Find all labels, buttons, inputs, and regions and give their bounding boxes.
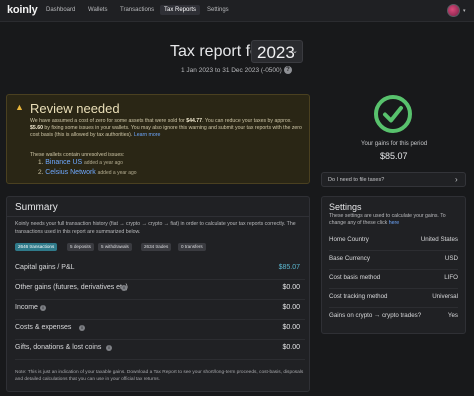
summary-description: Koinly needs your full transaction histo… bbox=[15, 221, 296, 235]
nav-dashboard[interactable]: Dashboard bbox=[46, 7, 75, 13]
summary-title: Summary bbox=[15, 202, 58, 213]
warning-icon: ▲ bbox=[15, 102, 24, 112]
report-period: 1 Jan 2023 to 31 Dec 2023 (-0500) bbox=[181, 67, 282, 74]
chip-deposits[interactable]: 5 deposits bbox=[67, 243, 94, 251]
review-needed-panel: ▲ Review needed We have assumed a cost o… bbox=[6, 94, 310, 184]
wallets-intro: These wallets contain unresolved issues: bbox=[30, 152, 125, 158]
summary-row-income: Income i $0.00 bbox=[7, 300, 309, 320]
wallet-item: 1. Binance US added a year ago bbox=[38, 159, 123, 166]
file-taxes-label: Do I need to file taxes? bbox=[328, 177, 385, 183]
settings-description: These settings are used to calculate you… bbox=[329, 213, 446, 226]
nav-settings[interactable]: Settings bbox=[207, 7, 229, 13]
year-select[interactable]: 2023 ⌄ bbox=[251, 40, 303, 63]
summary-row-capital-gains: Capital gains / P&L $85.07 bbox=[7, 260, 309, 280]
user-avatar-icon[interactable] bbox=[447, 4, 460, 17]
wallet-link-celsius-network[interactable]: Celsius Network bbox=[45, 169, 96, 176]
koinly-logo[interactable]: koinly bbox=[7, 4, 38, 16]
chip-transactions[interactable]: 2646 transactions bbox=[15, 243, 58, 251]
summary-row-other-gains: Other gains (futures, derivatives etc) i… bbox=[7, 280, 309, 300]
summary-row-gifts: Gifts, donations & lost coins i $0.00 bbox=[7, 340, 309, 360]
checkmark-icon bbox=[374, 95, 412, 133]
summary-panel: Summary Koinly needs your full transacti… bbox=[6, 196, 310, 392]
info-icon[interactable]: i bbox=[40, 305, 46, 311]
gains-label: Your gains for this period bbox=[361, 141, 428, 147]
learn-more-link[interactable]: Learn more bbox=[134, 132, 161, 138]
nav-transactions[interactable]: Transactions bbox=[120, 7, 154, 13]
wallet-item: 2. Celsius Network added a year ago bbox=[38, 169, 137, 176]
setting-home-country: Home Country United States bbox=[322, 232, 465, 251]
summary-row-costs: Costs & expenses i $0.00 bbox=[7, 320, 309, 340]
setting-crypto-trades: Gains on crypto → crypto trades? Yes bbox=[329, 312, 458, 319]
gains-value: $85.07 bbox=[380, 151, 408, 161]
review-message: We have assumed a cost of zero for some … bbox=[30, 118, 302, 138]
chevron-right-icon: › bbox=[455, 175, 458, 184]
info-icon[interactable]: i bbox=[121, 285, 127, 291]
chevron-down-icon[interactable]: ▾ bbox=[463, 8, 466, 14]
setting-cost-basis: Cost basis method LIFO bbox=[322, 270, 465, 289]
review-title: Review needed bbox=[30, 101, 120, 116]
year-value: 2023 bbox=[257, 43, 295, 62]
savings-amount: $5.60 bbox=[30, 125, 43, 131]
setting-cost-tracking: Cost tracking method Universal bbox=[322, 289, 465, 308]
settings-title: Settings bbox=[329, 202, 362, 212]
wallet-link-binance-us[interactable]: Binance US bbox=[45, 159, 82, 166]
summary-note: Note: This is just an indication of your… bbox=[15, 370, 304, 382]
settings-panel: Settings These settings are used to calc… bbox=[321, 196, 466, 334]
chevron-down-icon: ⌄ bbox=[292, 48, 298, 55]
chip-trades[interactable]: 2634 trades bbox=[141, 243, 172, 251]
divider bbox=[7, 216, 309, 217]
assumed-amount: $44.77 bbox=[186, 118, 203, 124]
info-icon[interactable]: i bbox=[79, 325, 85, 331]
nav-tax-reports[interactable]: Tax Reports bbox=[160, 5, 201, 15]
chip-transfers[interactable]: 0 transfers bbox=[178, 243, 206, 251]
chip-withdrawals[interactable]: 5 withdrawals bbox=[98, 243, 132, 251]
file-taxes-button[interactable]: Do I need to file taxes? › bbox=[321, 172, 466, 187]
settings-here-link[interactable]: here bbox=[389, 220, 399, 226]
nav-wallets[interactable]: Wallets bbox=[88, 7, 107, 13]
top-navbar: koinly Dashboard Wallets Transactions Ta… bbox=[0, 0, 474, 22]
info-icon[interactable]: i bbox=[106, 345, 112, 351]
info-icon[interactable]: ? bbox=[284, 66, 292, 74]
setting-base-currency: Base Currency USD bbox=[322, 251, 465, 270]
